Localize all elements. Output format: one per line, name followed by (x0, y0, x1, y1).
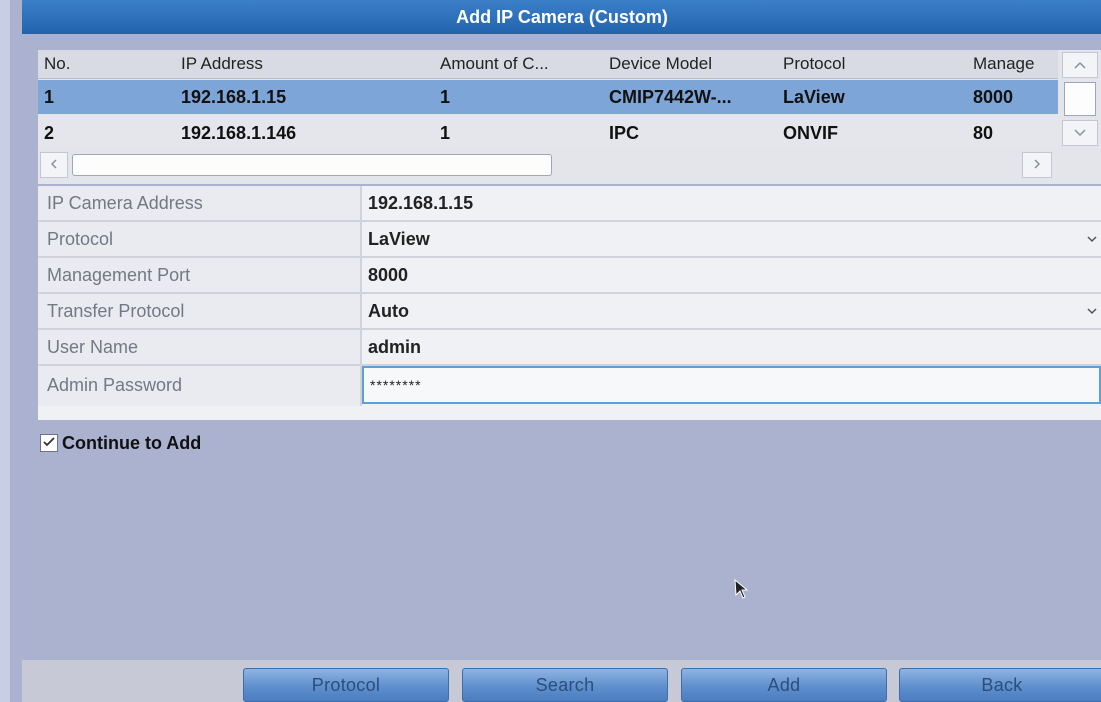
add-button[interactable]: Add (681, 668, 887, 702)
column-header-protocol[interactable]: Protocol (783, 50, 968, 78)
table-row[interactable]: 2 192.168.1.146 1 IPC ONVIF 80 (38, 116, 1058, 150)
admin-password-label: Admin Password (38, 366, 362, 406)
horizontal-scroll-thumb[interactable] (72, 154, 552, 176)
transfer-protocol-select-value: Auto (368, 301, 409, 321)
transfer-protocol-label: Transfer Protocol (38, 294, 362, 328)
row-ip-address: 192.168.1.15 (181, 87, 287, 107)
continue-to-add-checkbox[interactable] (40, 434, 58, 452)
column-header-device-model[interactable]: Device Model (609, 50, 784, 78)
protocol-label: Protocol (38, 222, 362, 256)
column-header-management-port[interactable]: Manage (973, 50, 1053, 78)
row-no: 2 (44, 123, 55, 143)
form-row-protocol: Protocol LaView (38, 222, 1101, 258)
row-management-port: 8000 (973, 87, 1014, 107)
back-button[interactable]: Back (899, 668, 1101, 702)
management-port-label: Management Port (38, 258, 362, 292)
search-button[interactable]: Search (462, 668, 668, 702)
row-device-model: CMIP7442W-... (609, 87, 732, 107)
transfer-protocol-select[interactable]: Auto (362, 294, 1101, 328)
horizontal-scrollbar[interactable] (38, 150, 1058, 180)
scroll-left-icon[interactable] (40, 152, 68, 178)
vertical-scroll-thumb[interactable] (1064, 82, 1096, 116)
column-header-no[interactable]: No. (44, 50, 174, 78)
vertical-scrollbar[interactable] (1060, 50, 1100, 170)
protocol-button[interactable]: Protocol (243, 668, 449, 702)
form-row-transfer-protocol: Transfer Protocol Auto (38, 294, 1101, 330)
user-name-field[interactable]: admin (362, 330, 1101, 364)
checkmark-icon (43, 437, 55, 447)
table-header: No. IP Address Amount of C... Device Mod… (38, 50, 1058, 79)
row-amount: 1 (440, 123, 451, 143)
column-header-amount[interactable]: Amount of C... (440, 50, 605, 78)
management-port-field[interactable]: 8000 (362, 258, 1101, 292)
form-row-management-port: Management Port 8000 (38, 258, 1101, 294)
row-protocol: LaView (783, 87, 845, 107)
protocol-select[interactable]: LaView (362, 222, 1101, 256)
protocol-select-value: LaView (368, 229, 430, 249)
row-device-model: IPC (609, 123, 640, 143)
mouse-cursor-icon (734, 578, 749, 599)
table-row[interactable]: 1 192.168.1.15 1 CMIP7442W-... LaView 80… (38, 80, 1058, 114)
row-protocol: ONVIF (783, 123, 839, 143)
column-header-ip-address[interactable]: IP Address (181, 50, 431, 78)
row-amount: 1 (440, 87, 451, 107)
chevron-down-icon (1087, 294, 1097, 328)
form-row-ip-camera-address: IP Camera Address 192.168.1.15 (38, 186, 1101, 222)
user-name-label: User Name (38, 330, 362, 364)
row-ip-address: 192.168.1.146 (181, 123, 297, 143)
row-no: 1 (44, 87, 55, 107)
form-row-admin-password: Admin Password ******** (38, 366, 1101, 406)
admin-password-field[interactable]: ******** (362, 366, 1101, 404)
dialog-title: Add IP Camera (Custom) (22, 0, 1101, 34)
ip-camera-address-label: IP Camera Address (38, 186, 362, 220)
scroll-down-icon[interactable] (1062, 120, 1098, 146)
form-row-user-name: User Name admin (38, 330, 1101, 366)
scroll-right-icon[interactable] (1022, 152, 1052, 178)
add-ip-camera-dialog: Add IP Camera (Custom) No. IP Address Am… (0, 0, 1101, 702)
ip-camera-address-field[interactable]: 192.168.1.15 (362, 186, 1101, 220)
row-management-port: 80 (973, 123, 994, 143)
scroll-up-icon[interactable] (1062, 52, 1098, 78)
chevron-down-icon (1087, 222, 1097, 256)
camera-table: No. IP Address Amount of C... Device Mod… (38, 50, 1101, 184)
continue-to-add-label: Continue to Add (62, 433, 202, 453)
button-bar: Protocol Search Add Back (22, 660, 1101, 702)
camera-settings-form: IP Camera Address 192.168.1.15 Protocol … (38, 186, 1101, 420)
